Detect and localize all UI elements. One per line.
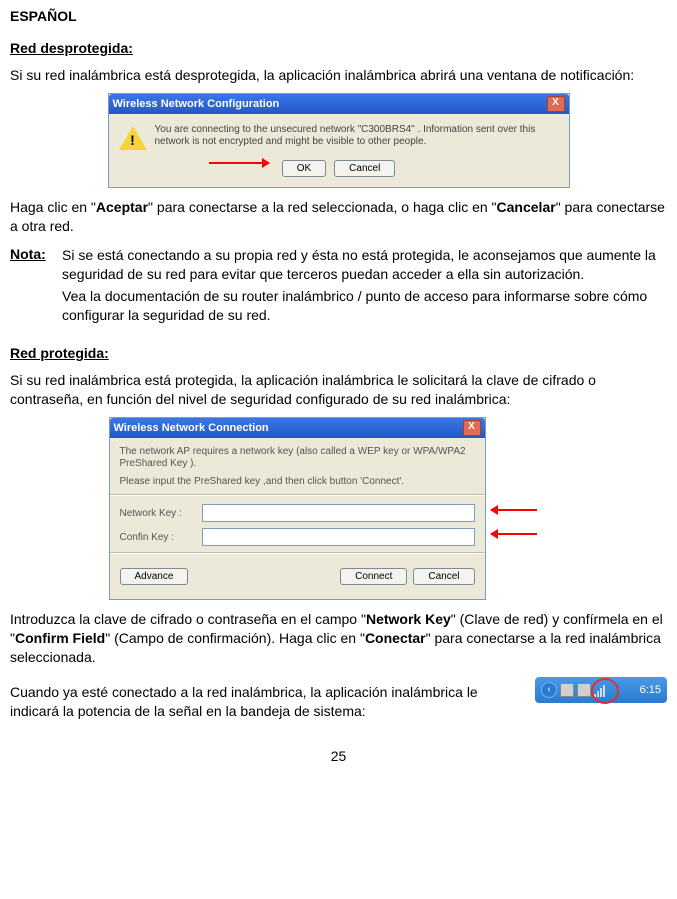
advance-button[interactable]: Advance [120, 568, 189, 585]
ok-button[interactable]: OK [282, 160, 326, 177]
connect-button[interactable]: Connect [340, 568, 407, 585]
dialog1-titlebar: Wireless Network Configuration X [109, 94, 569, 114]
section1-intro: Si su red inalámbrica está desprotegida,… [10, 66, 667, 85]
close-icon[interactable]: X [547, 96, 565, 112]
system-tray: ‹ 6:15 [535, 677, 667, 703]
page-number: 25 [10, 748, 667, 764]
divider [110, 552, 485, 554]
tray-app-icon[interactable] [577, 683, 591, 697]
dialog-wireless-connection: Wireless Network Connection X The networ… [109, 417, 486, 600]
note-paragraph-2: Vea la documentación de su router inalám… [62, 287, 667, 325]
note-paragraph-1: Si se está conectando a su propia red y … [62, 246, 667, 284]
section2-instruction-1: Introduzca la clave de cifrado o contras… [10, 610, 667, 667]
dialog2-titlebar: Wireless Network Connection X [110, 418, 485, 438]
note-block: Nota: Si se está conectando a su propia … [10, 246, 667, 330]
note-label: Nota: [10, 246, 62, 330]
dialog2-line1: The network AP requires a network key (a… [120, 446, 475, 470]
confirm-key-input[interactable] [202, 528, 475, 546]
dialog-wireless-config: Wireless Network Configuration X You are… [108, 93, 570, 188]
annotation-arrow-icon [209, 162, 269, 164]
dialog1-message: You are connecting to the unsecured netw… [155, 124, 561, 150]
section2-instruction-2: Cuando ya esté conectado a la red inalám… [10, 683, 527, 721]
dialog2-line2: Please input the PreShared key ,and then… [120, 476, 475, 488]
warning-icon [119, 126, 147, 150]
annotation-arrow-icon [491, 533, 537, 535]
network-key-input[interactable] [202, 504, 475, 522]
close-icon[interactable]: X [463, 420, 481, 436]
chevron-left-icon[interactable]: ‹ [541, 682, 557, 698]
network-key-label: Network Key : [120, 508, 202, 519]
cancel-button[interactable]: Cancel [413, 568, 474, 585]
section2-intro: Si su red inalámbrica está protegida, la… [10, 371, 667, 409]
cancel-button[interactable]: Cancel [334, 160, 395, 177]
tray-clock: 6:15 [640, 684, 661, 696]
dialog1-title: Wireless Network Configuration [113, 98, 280, 110]
section1-instruction: Haga clic en "Aceptar" para conectarse a… [10, 198, 667, 236]
divider [110, 494, 485, 496]
dialog2-title: Wireless Network Connection [114, 422, 269, 434]
annotation-arrow-icon [491, 509, 537, 511]
section-title-unprotected: Red desprotegida: [10, 40, 667, 56]
tray-app-icon[interactable] [560, 683, 574, 697]
section-title-protected: Red protegida: [10, 345, 667, 361]
confirm-key-label: Confin Key : [120, 532, 202, 543]
annotation-circle-icon [591, 678, 619, 704]
language-header: ESPAÑOL [10, 8, 667, 24]
